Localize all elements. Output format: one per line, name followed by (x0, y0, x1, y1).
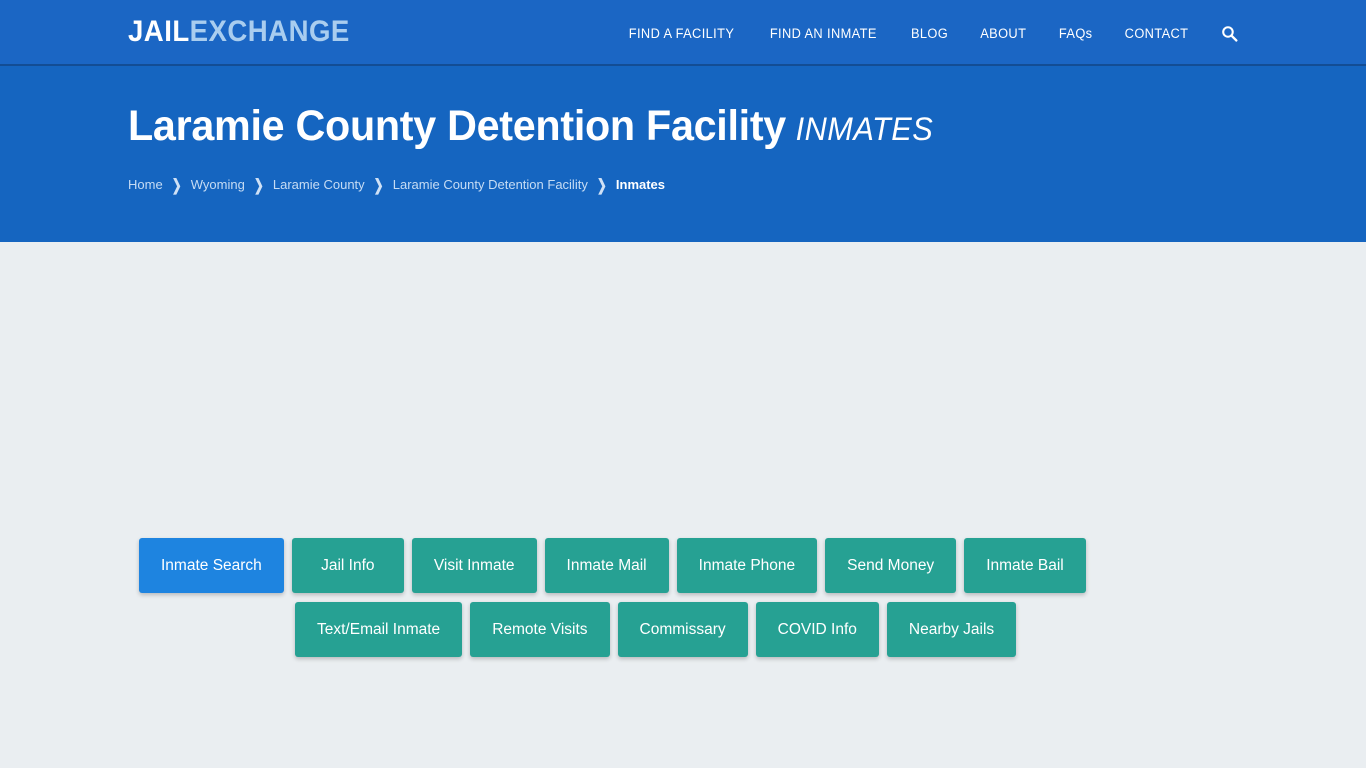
logo-text-exchange: EXCHANGE (189, 15, 350, 48)
logo-text-jail: JAIL (128, 15, 190, 48)
page-header: Laramie County Detention Facility INMATES… (0, 66, 1366, 242)
tab-inmate-mail[interactable]: Inmate Mail (544, 538, 669, 593)
facility-tab-navigation: Inmate Search Jail Info Visit Inmate Inm… (0, 538, 1366, 657)
page-title-suffix: INMATES (795, 111, 934, 147)
page-title: Laramie County Detention Facility INMATES (128, 102, 1316, 150)
nav-blog[interactable]: BLOG (897, 26, 963, 41)
breadcrumb: Home ❯ Wyoming ❯ Laramie County ❯ Larami… (128, 175, 1366, 195)
main-content: Inmate Search Jail Info Visit Inmate Inm… (0, 242, 1366, 768)
tab-row-primary: Inmate Search Jail Info Visit Inmate Inm… (139, 538, 1227, 593)
tab-visit-inmate[interactable]: Visit Inmate (411, 538, 537, 593)
tab-send-money[interactable]: Send Money (825, 538, 957, 593)
advertisement-placeholder (0, 242, 1366, 538)
tab-text-email-inmate[interactable]: Text/Email Inmate (295, 602, 463, 657)
tab-covid-info[interactable]: COVID Info (755, 602, 879, 657)
breadcrumb-separator-icon: ❯ (373, 175, 384, 195)
tab-nearby-jails[interactable]: Nearby Jails (886, 602, 1017, 657)
breadcrumb-separator-icon: ❯ (253, 175, 264, 195)
nav-about[interactable]: ABOUT (966, 26, 1041, 41)
search-icon[interactable] (1205, 25, 1238, 42)
breadcrumb-item-inmates: Inmates (615, 177, 666, 193)
breadcrumb-item-wyoming[interactable]: Wyoming (191, 177, 245, 192)
site-logo[interactable]: JAILEXCHANGE (128, 17, 350, 47)
nav-faqs[interactable]: FAQs (1044, 26, 1106, 41)
page-title-main: Laramie County Detention Facility (128, 102, 786, 150)
tab-commissary[interactable]: Commissary (617, 602, 748, 657)
breadcrumb-item-home[interactable]: Home (128, 177, 163, 192)
top-navigation-bar: JAILEXCHANGE FIND A FACILITY FIND AN INM… (0, 0, 1366, 66)
nav-find-an-inmate[interactable]: FIND AN INMATE (756, 26, 891, 41)
breadcrumb-item-facility[interactable]: Laramie County Detention Facility (393, 177, 588, 192)
breadcrumb-separator-icon: ❯ (596, 175, 607, 195)
nav-links: FIND A FACILITY FIND AN INMATE BLOG ABOU… (611, 0, 1238, 66)
tab-inmate-search[interactable]: Inmate Search (139, 538, 284, 593)
nav-find-a-facility[interactable]: FIND A FACILITY (615, 26, 749, 41)
breadcrumb-separator-icon: ❯ (171, 175, 182, 195)
tab-inmate-bail[interactable]: Inmate Bail (964, 538, 1086, 593)
tab-remote-visits[interactable]: Remote Visits (470, 602, 610, 657)
nav-contact[interactable]: CONTACT (1110, 26, 1202, 41)
tab-jail-info[interactable]: Jail Info (291, 538, 404, 593)
tab-row-secondary: Text/Email Inmate Remote Visits Commissa… (139, 602, 1227, 657)
tab-inmate-phone[interactable]: Inmate Phone (676, 538, 818, 593)
breadcrumb-item-laramie-county[interactable]: Laramie County (273, 177, 365, 192)
